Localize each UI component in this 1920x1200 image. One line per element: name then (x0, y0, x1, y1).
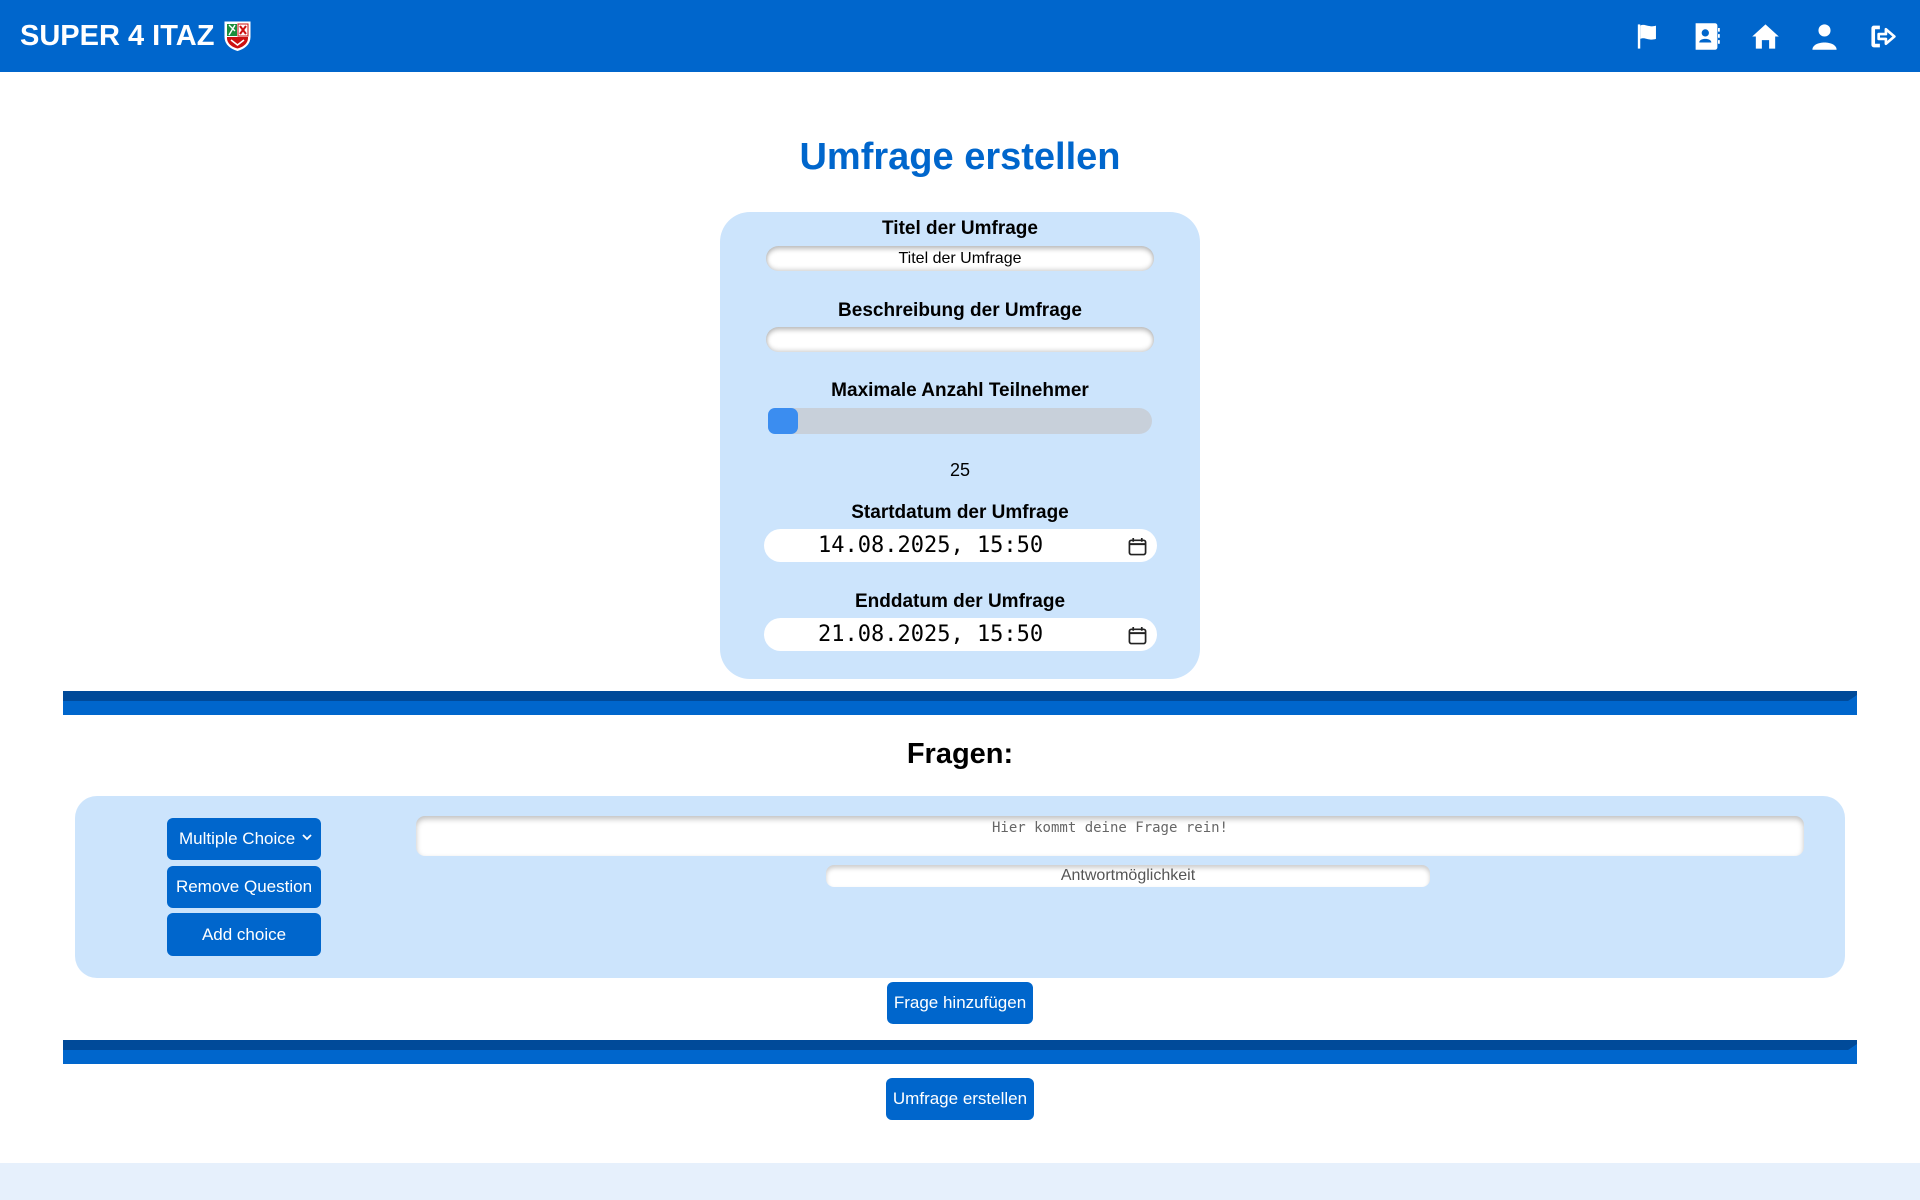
chevron-down-icon (302, 834, 312, 841)
create-survey-button[interactable]: Umfrage erstellen (886, 1078, 1034, 1120)
end-date-value: 21.08.2025, 15:50 (818, 622, 1044, 647)
end-date-input[interactable]: 21.08.2025, 15:50 (764, 618, 1157, 651)
coat-of-arms-icon (224, 21, 251, 51)
add-question-button[interactable]: Frage hinzufügen (887, 982, 1033, 1024)
start-date-label: Startdatum der Umfrage (851, 502, 1069, 523)
start-date-value: 14.08.2025, 15:50 (818, 533, 1044, 558)
max-participants-label: Maximale Anzahl Teilnehmer (831, 380, 1089, 401)
brand[interactable]: SUPER 4 ITAZ (20, 20, 251, 53)
calendar-icon[interactable] (1128, 626, 1147, 645)
question-card: Multiple Choice Remove Question Add choi… (75, 796, 1845, 978)
slider-thumb[interactable] (768, 408, 798, 434)
section-divider (63, 691, 1857, 715)
max-participants-value: 25 (949, 460, 971, 480)
contact-book-icon[interactable] (1692, 22, 1721, 51)
footer (0, 1163, 1920, 1200)
choice-input[interactable]: Antwortmöglichkeit (826, 865, 1430, 887)
questions-heading: Fragen: (906, 738, 1014, 770)
section-divider (63, 1040, 1857, 1064)
max-participants-slider[interactable] (768, 408, 1152, 434)
start-date-input[interactable]: 14.08.2025, 15:50 (764, 529, 1157, 562)
flag-icon[interactable] (1633, 22, 1662, 51)
top-navbar: SUPER 4 ITAZ (0, 0, 1920, 72)
nav-icons (1633, 22, 1900, 51)
question-type-select[interactable]: Multiple Choice (167, 818, 321, 860)
description-input[interactable] (766, 327, 1154, 352)
logout-icon[interactable] (1869, 22, 1898, 51)
title-input[interactable]: Titel der Umfrage (766, 246, 1154, 271)
remove-question-button[interactable]: Remove Question (167, 866, 321, 908)
home-icon[interactable] (1751, 22, 1780, 51)
end-date-label: Enddatum der Umfrage (854, 591, 1066, 612)
user-icon[interactable] (1810, 22, 1839, 51)
question-input[interactable]: Hier kommt deine Frage rein! (416, 816, 1804, 856)
brand-title: SUPER 4 ITAZ (20, 19, 215, 52)
survey-form-card: Titel der Umfrage Titel der Umfrage Besc… (720, 212, 1200, 679)
page-title: Umfrage erstellen (799, 136, 1121, 178)
question-type-value: Multiple Choice (179, 829, 296, 848)
description-label: Beschreibung der Umfrage (838, 300, 1082, 321)
title-label: Titel der Umfrage (882, 218, 1038, 239)
calendar-icon[interactable] (1128, 537, 1147, 556)
add-choice-button[interactable]: Add choice (167, 913, 321, 956)
